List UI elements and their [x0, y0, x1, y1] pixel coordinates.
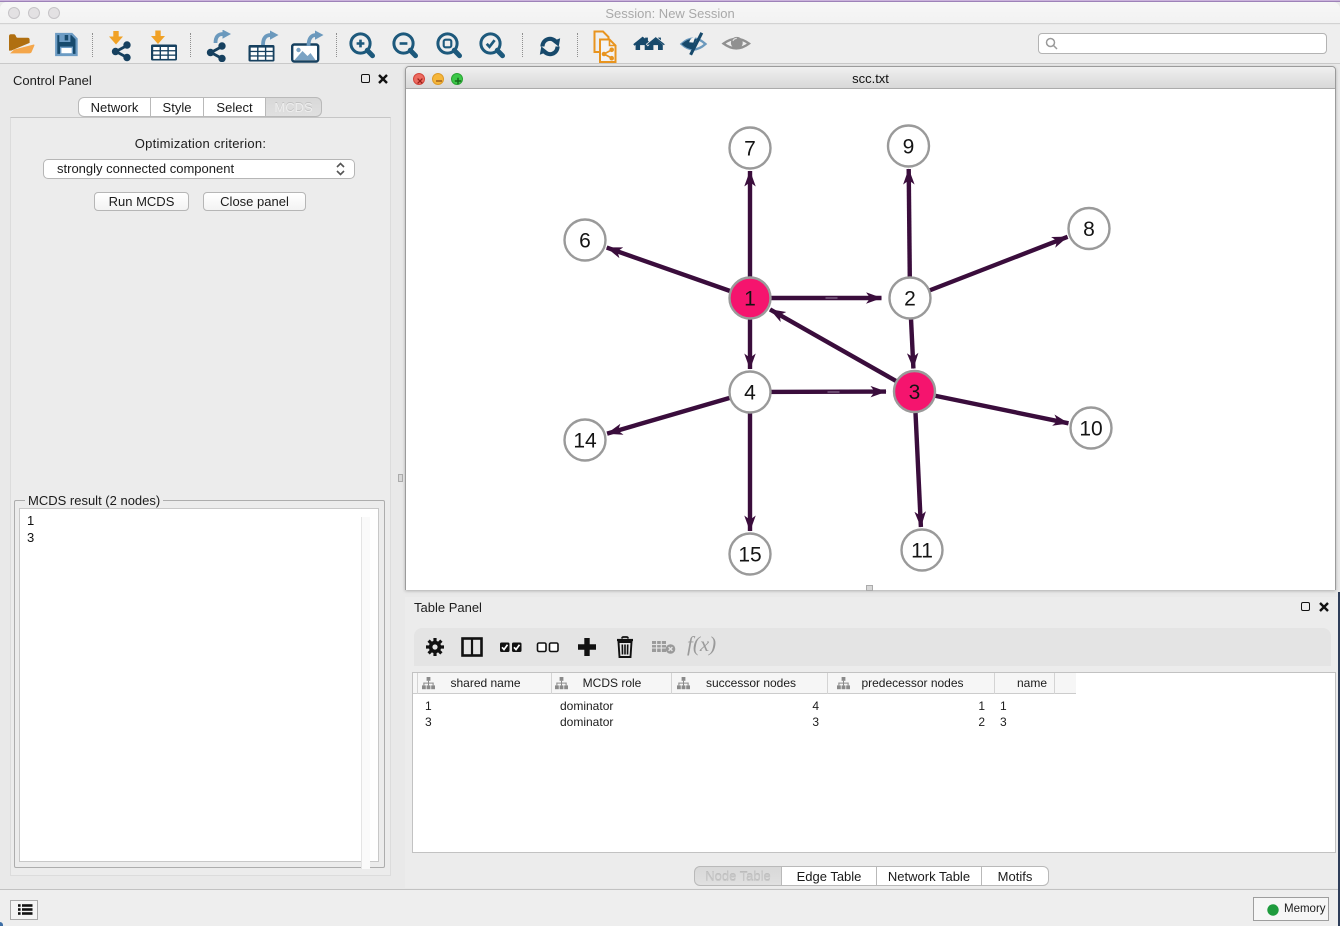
svg-text:11: 11 — [911, 540, 933, 563]
svg-text:2: 2 — [904, 288, 916, 311]
svg-text:6: 6 — [579, 230, 591, 253]
svg-text:7: 7 — [744, 138, 756, 161]
svg-text:3: 3 — [909, 381, 921, 404]
svg-text:15: 15 — [738, 544, 761, 567]
svg-text:9: 9 — [903, 136, 915, 159]
svg-text:8: 8 — [1083, 218, 1095, 241]
svg-text:14: 14 — [573, 430, 597, 453]
svg-text:4: 4 — [744, 382, 756, 405]
svg-text:1: 1 — [744, 288, 756, 311]
svg-text:10: 10 — [1079, 418, 1102, 441]
